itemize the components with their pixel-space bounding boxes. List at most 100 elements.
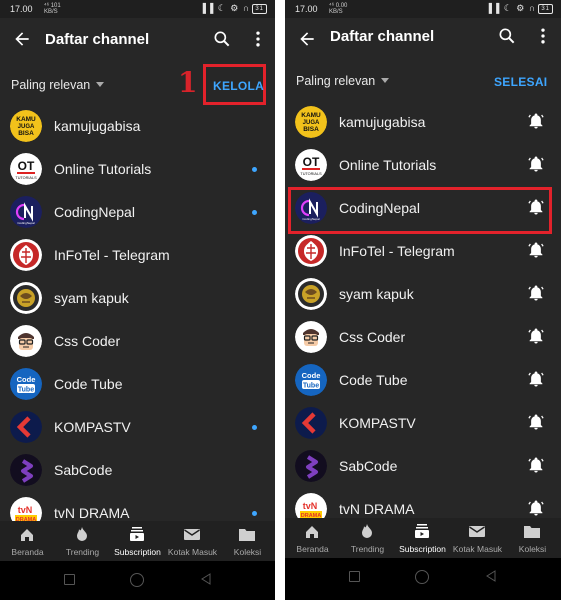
manage-button[interactable]: KELOLA bbox=[213, 79, 264, 93]
channel-row[interactable]: Code Tube Code Tube bbox=[285, 359, 561, 402]
notification-bell-icon[interactable] bbox=[527, 413, 545, 431]
nav-beranda[interactable]: Beranda bbox=[285, 518, 340, 558]
channel-name: syam kapuk bbox=[54, 290, 129, 306]
subscriptions-icon bbox=[415, 524, 429, 538]
kamujugabisa-avatar: KAMU JUGA BISA bbox=[10, 110, 42, 142]
back-arrow-icon[interactable] bbox=[297, 29, 317, 49]
notification-bell-icon[interactable] bbox=[527, 155, 545, 173]
code-tube-avatar: Code Tube bbox=[10, 368, 42, 400]
kamujugabisa-avatar: KAMU JUGA BISA bbox=[295, 106, 327, 138]
sort-dropdown[interactable]: Paling relevan bbox=[296, 74, 390, 88]
network-speed: ⁴⁶ 101 KB/S bbox=[44, 3, 61, 15]
channel-row[interactable]: InFoTel - Telegram bbox=[0, 234, 275, 277]
nav-beranda[interactable]: Beranda bbox=[0, 521, 55, 561]
svg-text:KAMU: KAMU bbox=[301, 112, 321, 119]
status-bar: 17.00 ⁴⁶ 101 KB/S ▐▐ ☾ ⚙ ∩ 31 bbox=[0, 0, 275, 18]
channel-row[interactable]: syam kapuk bbox=[0, 277, 275, 320]
channel-name: InFoTel - Telegram bbox=[54, 247, 170, 263]
nav-subscription[interactable]: Subscription bbox=[110, 521, 165, 561]
channel-row[interactable]: Css Coder bbox=[285, 316, 561, 359]
channel-name: Css Coder bbox=[339, 329, 406, 345]
channel-name: KOMPASTV bbox=[339, 415, 416, 431]
kompastv-avatar bbox=[10, 411, 42, 443]
channel-row[interactable]: CodingNepal CodingNepal bbox=[0, 191, 275, 234]
css-coder-avatar bbox=[295, 321, 327, 353]
new-content-dot-icon bbox=[252, 425, 257, 430]
subscriptions-icon bbox=[130, 527, 144, 541]
svg-text:TUTORIALS: TUTORIALS bbox=[15, 176, 37, 180]
new-content-dot-icon bbox=[252, 167, 257, 172]
channel-row[interactable]: OT TUTORIALS Online Tutorials bbox=[0, 148, 275, 191]
recents-button[interactable] bbox=[349, 571, 360, 582]
nav-trending[interactable]: Trending bbox=[340, 518, 395, 558]
channel-name: tvN DRAMA bbox=[339, 501, 415, 517]
channel-row[interactable]: KOMPASTV bbox=[0, 406, 275, 449]
home-button[interactable] bbox=[130, 573, 144, 587]
nav-kotak-masuk[interactable]: Kotak Masuk bbox=[450, 518, 505, 558]
step-number: 1 bbox=[178, 66, 198, 99]
channel-name: Code Tube bbox=[339, 372, 408, 388]
nav-koleksi[interactable]: Koleksi bbox=[220, 521, 275, 561]
search-icon[interactable] bbox=[497, 26, 517, 46]
back-arrow-icon[interactable] bbox=[12, 29, 32, 49]
infotel-telegram-avatar bbox=[295, 235, 327, 267]
notification-bell-icon[interactable] bbox=[527, 284, 545, 302]
channel-name: tvN DRAMA bbox=[54, 505, 130, 521]
notification-bell-icon[interactable] bbox=[527, 456, 545, 474]
channel-row[interactable]: SabCode bbox=[285, 445, 561, 488]
infotel-telegram-avatar bbox=[10, 239, 42, 271]
phone-screen-1: 17.00 ⁴⁶ 101 KB/S ▐▐ ☾ ⚙ ∩ 31 Daftar chann… bbox=[0, 0, 275, 600]
status-time: 17.00 bbox=[10, 4, 33, 14]
sort-dropdown[interactable]: Paling relevan bbox=[11, 78, 105, 92]
more-options-icon[interactable] bbox=[248, 29, 268, 49]
recents-button[interactable] bbox=[64, 574, 75, 585]
css-coder-avatar bbox=[10, 325, 42, 357]
nav-trending[interactable]: Trending bbox=[55, 521, 110, 561]
mail-icon bbox=[469, 526, 485, 537]
home-button[interactable] bbox=[415, 570, 429, 584]
nav-subscription[interactable]: Subscription bbox=[395, 518, 450, 558]
fire-icon bbox=[77, 527, 87, 541]
svg-text:OT: OT bbox=[303, 155, 320, 169]
new-content-dot-icon bbox=[252, 210, 257, 215]
notification-bell-icon[interactable] bbox=[527, 499, 545, 517]
channel-row[interactable]: KOMPASTV bbox=[285, 402, 561, 445]
channel-row[interactable]: Code Tube Code Tube bbox=[0, 363, 275, 406]
more-options-icon[interactable] bbox=[533, 26, 553, 46]
page-title: Daftar channel bbox=[45, 31, 150, 48]
sabcode-avatar bbox=[295, 450, 327, 482]
status-time: 17.00 bbox=[295, 4, 318, 14]
status-icons: ▐▐ ☾ ⚙ ∩ 31 bbox=[199, 3, 267, 14]
notification-bell-icon[interactable] bbox=[527, 327, 545, 345]
svg-text:Tube: Tube bbox=[303, 383, 319, 390]
back-button[interactable] bbox=[485, 570, 497, 582]
channel-row[interactable]: KAMU JUGA BISA kamujugabisa bbox=[285, 101, 561, 144]
channel-row[interactable]: KAMU JUGA BISA kamujugabisa bbox=[0, 105, 275, 148]
channel-row[interactable]: InFoTel - Telegram bbox=[285, 230, 561, 273]
online-tutorials-avatar: OT TUTORIALS bbox=[295, 149, 327, 181]
done-button[interactable]: SELESAI bbox=[494, 75, 547, 89]
home-icon bbox=[21, 529, 33, 541]
channel-row[interactable]: SabCode bbox=[0, 449, 275, 492]
back-button[interactable] bbox=[200, 573, 212, 585]
channel-name: kamujugabisa bbox=[339, 114, 426, 130]
channel-row[interactable]: OT TUTORIALS Online Tutorials bbox=[285, 144, 561, 187]
bottom-navigation: Beranda Trending Subscription Kotak Masuk Ko… bbox=[0, 521, 275, 561]
nav-koleksi[interactable]: Koleksi bbox=[505, 518, 560, 558]
channel-row[interactable]: syam kapuk bbox=[285, 273, 561, 316]
notification-bell-icon[interactable] bbox=[527, 112, 545, 130]
codingnepal-avatar: CodingNepal bbox=[10, 196, 42, 228]
nav-kotak-masuk[interactable]: Kotak Masuk bbox=[165, 521, 220, 561]
notification-bell-icon[interactable] bbox=[527, 370, 545, 388]
channel-row[interactable]: Css Coder bbox=[0, 320, 275, 363]
channel-name: Code Tube bbox=[54, 376, 123, 392]
svg-text:tvN: tvN bbox=[303, 501, 318, 511]
channel-name: CodingNepal bbox=[54, 204, 135, 220]
page-title: Daftar channel bbox=[330, 28, 435, 45]
notification-bell-icon[interactable] bbox=[527, 241, 545, 259]
channel-name: SabCode bbox=[54, 462, 113, 478]
new-content-dot-icon bbox=[252, 511, 257, 516]
search-icon[interactable] bbox=[212, 29, 232, 49]
app-bar: Daftar channel bbox=[0, 18, 275, 62]
code-tube-avatar: Code Tube bbox=[295, 364, 327, 396]
